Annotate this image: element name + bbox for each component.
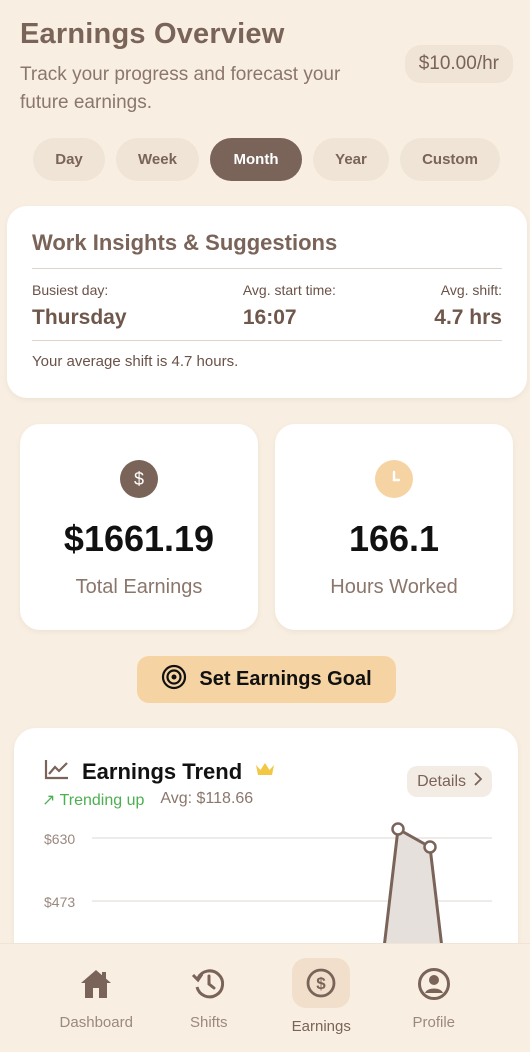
tab-earnings[interactable]: $ Earnings (276, 944, 366, 1052)
trending-up-indicator: ↗ Trending up (42, 792, 145, 809)
period-custom[interactable]: Custom (400, 138, 500, 181)
total-earnings-card: $ $1661.19 Total Earnings (20, 424, 258, 630)
hours-worked-value: 166.1 (348, 518, 440, 559)
set-earnings-goal-button[interactable]: Set Earnings Goal (137, 656, 396, 703)
avg-start-label: Avg. start time: (242, 282, 336, 298)
svg-text:$: $ (317, 974, 327, 993)
chart-icon (44, 758, 70, 785)
period-selector: Day Week Month Year Custom (33, 138, 511, 181)
tab-profile[interactable]: Profile (389, 944, 479, 1052)
hourly-rate-badge[interactable]: $10.00/hr (404, 45, 513, 83)
period-week[interactable]: Week (116, 138, 199, 181)
work-insights-card: Work Insights & Suggestions Busiest day:… (7, 206, 527, 398)
dollar-circle-icon: $ (292, 958, 351, 1008)
target-icon (161, 664, 187, 696)
period-day[interactable]: Day (33, 138, 105, 181)
y-tick-label: $473 (44, 894, 75, 910)
tab-dashboard[interactable]: Dashboard (51, 944, 141, 1052)
period-month[interactable]: Month (210, 138, 302, 181)
details-button[interactable]: Details (407, 766, 492, 797)
arrow-up-right-icon: ↗ (42, 792, 56, 809)
clock-icon (375, 460, 413, 498)
tab-shifts[interactable]: Shifts (164, 944, 254, 1052)
avg-start-time: Avg. start time: 16:07 (243, 282, 336, 330)
data-point (391, 822, 405, 836)
page-subtitle: Track your progress and forecast your fu… (20, 64, 341, 113)
crown-icon (254, 760, 276, 783)
total-earnings-label: Total Earnings (75, 576, 203, 598)
period-year[interactable]: Year (313, 138, 389, 181)
busiest-day-label: Busiest day: (32, 282, 109, 298)
busiest-day: Busiest day: Thursday (32, 282, 127, 330)
avg-start-value: 16:07 (242, 306, 297, 329)
home-icon (76, 964, 116, 1004)
bottom-tab-bar: Dashboard Shifts $ Earnings Profile (0, 943, 530, 1052)
trend-average: Avg: $118.66 (160, 790, 254, 807)
user-icon (414, 964, 454, 1004)
divider (32, 340, 502, 341)
total-earnings-value: $1661.19 (63, 518, 215, 559)
set-goal-label: Set Earnings Goal (199, 668, 372, 690)
y-tick-label: $630 (44, 831, 75, 847)
avg-shift-value: 4.7 hrs (434, 306, 502, 329)
trend-title: Earnings Trend (82, 758, 243, 784)
svg-text:$: $ (134, 469, 144, 489)
avg-shift-label: Avg. shift: (440, 282, 502, 298)
busiest-day-value: Thursday (32, 306, 127, 329)
dollar-icon: $ (120, 460, 158, 498)
avg-shift: Avg. shift: 4.7 hrs (434, 282, 502, 330)
chevron-right-icon (474, 772, 483, 791)
hours-worked-card: 166.1 Hours Worked (275, 424, 513, 630)
insight-note: Your average shift is 4.7 hours. (32, 353, 239, 370)
hours-worked-label: Hours Worked (330, 576, 458, 598)
insights-title: Work Insights & Suggestions (32, 230, 338, 255)
data-point (423, 840, 437, 854)
divider (32, 268, 502, 269)
history-icon (189, 964, 229, 1004)
